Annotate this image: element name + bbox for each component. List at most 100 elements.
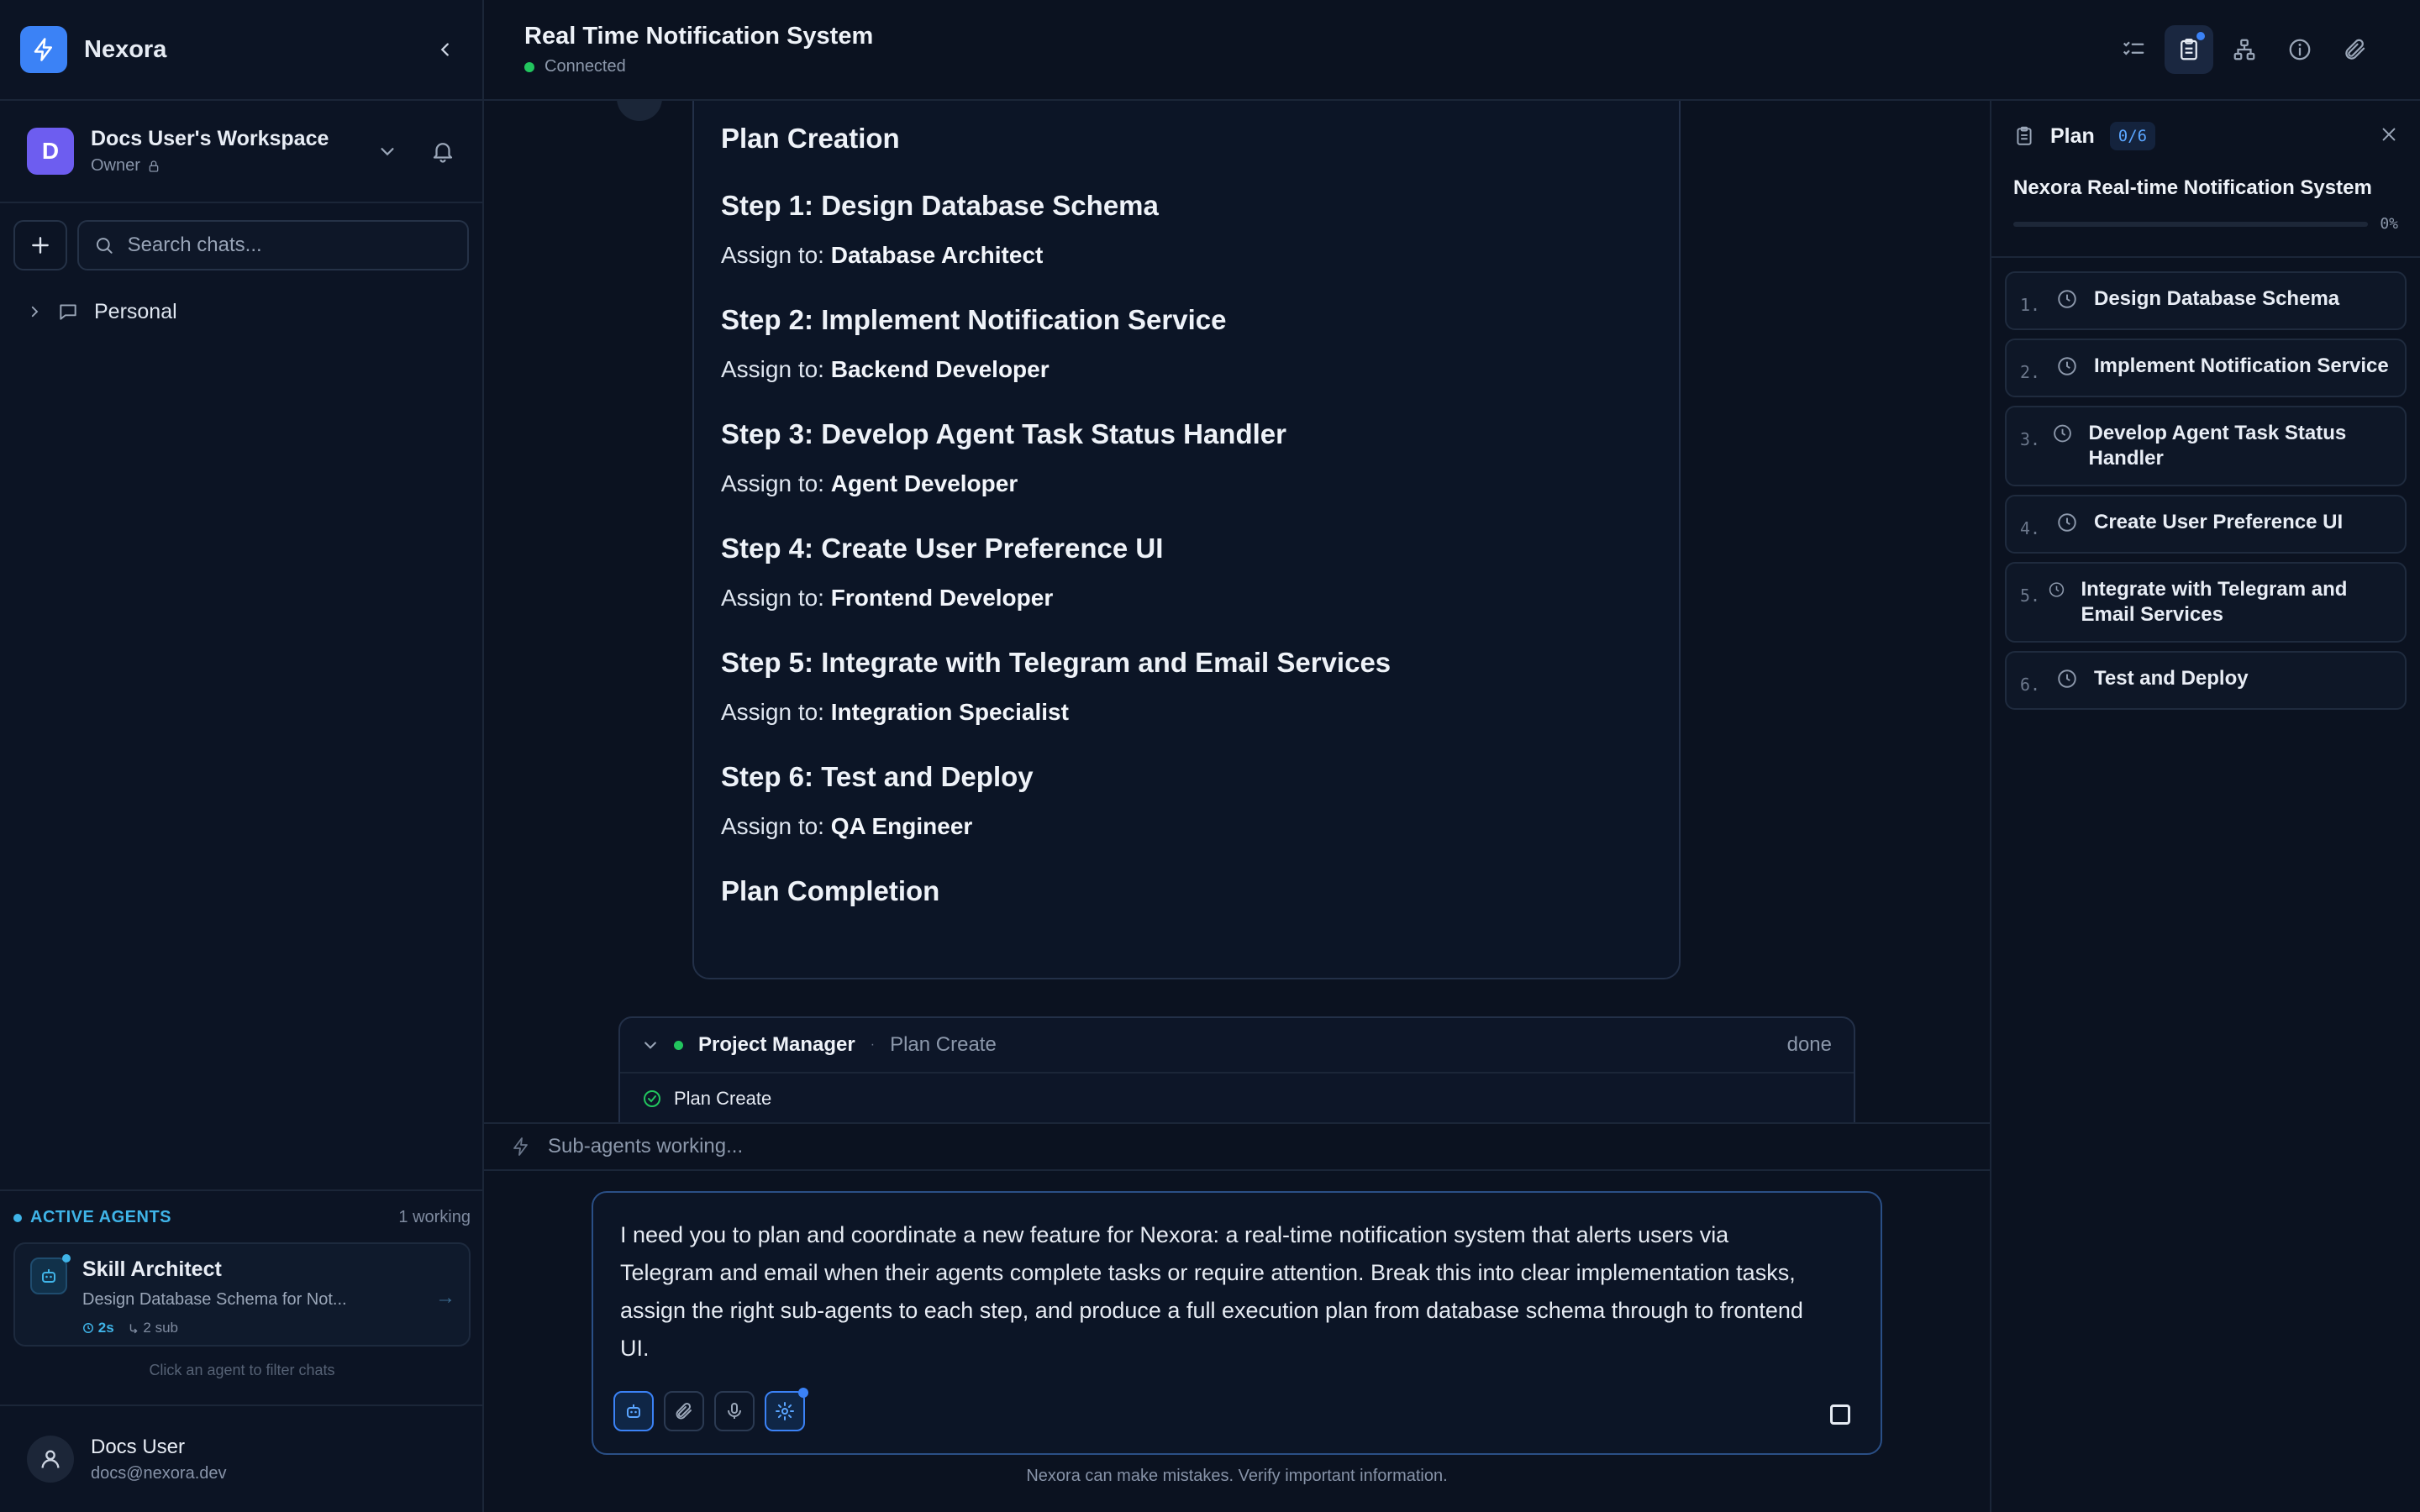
search-box[interactable] bbox=[77, 220, 469, 270]
brand-header: Nexora bbox=[0, 0, 482, 101]
chevron-left-icon[interactable] bbox=[429, 33, 462, 66]
message-composer[interactable]: I need you to plan and coordinate a new … bbox=[592, 1191, 1882, 1455]
workspace-role: Owner bbox=[91, 156, 329, 176]
disclaimer: Nexora can make mistakes. Verify importa… bbox=[1026, 1467, 1448, 1485]
folder-personal[interactable]: Personal bbox=[0, 291, 482, 333]
plan-step-item[interactable]: 1. Design Database Schema bbox=[2005, 271, 2407, 330]
step-2-assignee: Backend Developer bbox=[830, 356, 1050, 382]
robot-icon bbox=[30, 1254, 71, 1294]
user-email: docs@nexora.dev bbox=[91, 1463, 227, 1483]
step-1-title: Step 1: Design Database Schema bbox=[721, 190, 1159, 221]
chat-bubble-icon bbox=[60, 304, 76, 320]
check-circle-icon bbox=[644, 1090, 660, 1107]
plan-step-item[interactable]: 6. Test and Deploy bbox=[2005, 651, 2407, 710]
step-number: 5. bbox=[2020, 585, 2041, 606]
header-toolbar bbox=[2109, 25, 2380, 74]
plan-progress-percent: 0% bbox=[2380, 215, 2398, 233]
user-avatar-icon bbox=[27, 1436, 74, 1483]
separator: · bbox=[870, 1037, 876, 1052]
status-dot bbox=[13, 1213, 22, 1222]
plan-panel: Plan 0/6 Nexora Real-time Notification S… bbox=[1990, 101, 2420, 1512]
agent-name: Skill Architect bbox=[82, 1257, 222, 1281]
step-label: Develop Agent Task Status Handler bbox=[2088, 422, 2347, 470]
lightning-icon[interactable] bbox=[20, 26, 67, 73]
bell-icon[interactable] bbox=[430, 139, 455, 164]
sidebar: Nexora D Docs User's Workspace Owner Sea… bbox=[0, 0, 484, 1512]
clock-icon bbox=[2058, 669, 2076, 688]
workspace-avatar: D bbox=[27, 128, 74, 175]
folder-label: Personal bbox=[94, 299, 177, 323]
agent-elapsed: 2s bbox=[82, 1320, 114, 1336]
paperclip-icon[interactable] bbox=[2331, 25, 2380, 74]
composer-input[interactable]: I need you to plan and coordinate a new … bbox=[593, 1193, 1854, 1368]
plan-step-item[interactable]: 2. Implement Notification Service bbox=[2005, 339, 2407, 397]
tool-call-header[interactable]: Project Manager · Plan Create done bbox=[620, 1018, 1854, 1074]
hierarchy-icon[interactable] bbox=[2220, 25, 2269, 74]
chevron-right-icon[interactable] bbox=[27, 304, 42, 319]
clipboard-icon[interactable] bbox=[2165, 25, 2213, 74]
subagents-working-bar: Sub-agents working... bbox=[484, 1122, 1990, 1171]
lock-icon bbox=[149, 160, 159, 172]
step-label: Test and Deploy bbox=[2094, 667, 2249, 690]
assign-prefix: Assign to: bbox=[721, 813, 824, 839]
info-icon[interactable] bbox=[2275, 25, 2324, 74]
status-dot bbox=[674, 1040, 683, 1050]
step-3-title: Step 3: Develop Agent Task Status Handle… bbox=[721, 418, 1286, 449]
chevron-down-icon[interactable] bbox=[378, 142, 397, 160]
clock-icon bbox=[2058, 357, 2076, 375]
checklist-icon[interactable] bbox=[2109, 25, 2158, 74]
plan-step-item[interactable]: 4. Create User Preference UI bbox=[2005, 495, 2407, 554]
step-1-assignment: Assign to: Database Architect bbox=[721, 242, 1043, 269]
plan-heading: Plan Creation bbox=[721, 123, 900, 154]
tool-call-card[interactable]: Project Manager · Plan Create done Plan … bbox=[618, 1016, 1855, 1122]
agent-card[interactable]: Skill Architect Design Database Schema f… bbox=[13, 1242, 471, 1347]
step-number: 1. bbox=[2020, 295, 2041, 315]
step-number: 6. bbox=[2020, 675, 2041, 695]
robot-icon[interactable] bbox=[613, 1391, 654, 1431]
workspace-switcher[interactable]: D Docs User's Workspace Owner bbox=[0, 101, 482, 203]
chat-thread[interactable]: Plan Creation Step 1: Design Database Sc… bbox=[484, 101, 1990, 1122]
clock-icon bbox=[2058, 513, 2076, 532]
connection-status: Connected bbox=[524, 57, 873, 76]
new-chat-button[interactable] bbox=[13, 220, 67, 270]
step-2-title: Step 2: Implement Notification Service bbox=[721, 304, 1227, 335]
step-5-title: Step 5: Integrate with Telegram and Emai… bbox=[721, 647, 1392, 678]
paperclip-icon[interactable] bbox=[664, 1391, 704, 1431]
arrow-right-icon[interactable]: → bbox=[435, 1286, 455, 1310]
search-input[interactable] bbox=[127, 234, 452, 257]
step-label: Integrate with Telegram and Email Servic… bbox=[2081, 578, 2348, 626]
agent-subagents: 2 sub bbox=[128, 1320, 178, 1336]
plan-step-item[interactable]: 5. Integrate with Telegram and Email Ser… bbox=[2005, 562, 2407, 643]
plan-footer: Plan Completion bbox=[721, 875, 940, 906]
user-profile[interactable]: Docs User docs@nexora.dev bbox=[0, 1404, 484, 1512]
step-number: 3. bbox=[2020, 429, 2041, 449]
plan-step-item[interactable]: 3. Develop Agent Task Status Handler bbox=[2005, 406, 2407, 486]
step-5-assignee: Integration Specialist bbox=[830, 699, 1069, 725]
gear-icon[interactable] bbox=[765, 1388, 808, 1431]
active-agents-title: ACTIVE AGENTS bbox=[30, 1208, 171, 1226]
plan-subtitle: Nexora Real-time Notification System bbox=[2013, 176, 2372, 199]
plan-panel-title: Plan bbox=[2050, 123, 2095, 148]
workspace-role-label: Owner bbox=[91, 156, 140, 175]
tool-call-agent: Project Manager bbox=[698, 1033, 855, 1056]
step-3-assignment: Assign to: Agent Developer bbox=[721, 470, 1018, 497]
agent-time: 2s bbox=[97, 1320, 114, 1336]
agent-sub-count: 2 sub bbox=[143, 1320, 178, 1336]
stop-button[interactable] bbox=[1830, 1404, 1850, 1425]
clock-icon bbox=[2049, 582, 2065, 597]
plus-icon bbox=[32, 237, 49, 254]
step-6-assignment: Assign to: QA Engineer bbox=[721, 813, 972, 840]
active-agents-count: 1 working bbox=[398, 1208, 471, 1226]
lightning-icon bbox=[513, 1137, 528, 1156]
assign-prefix: Assign to: bbox=[721, 470, 824, 496]
working-label: Sub-agents working... bbox=[548, 1135, 744, 1158]
clipboard-icon bbox=[2017, 126, 2032, 145]
search-icon bbox=[96, 238, 113, 254]
chevron-down-icon[interactable] bbox=[642, 1037, 659, 1053]
assign-prefix: Assign to: bbox=[721, 699, 824, 725]
microphone-icon[interactable] bbox=[714, 1391, 755, 1431]
user-name: Docs User bbox=[91, 1435, 186, 1458]
close-icon[interactable] bbox=[2380, 123, 2398, 150]
status-dot bbox=[524, 61, 534, 72]
tool-call-row-label: Plan Create bbox=[674, 1088, 772, 1109]
